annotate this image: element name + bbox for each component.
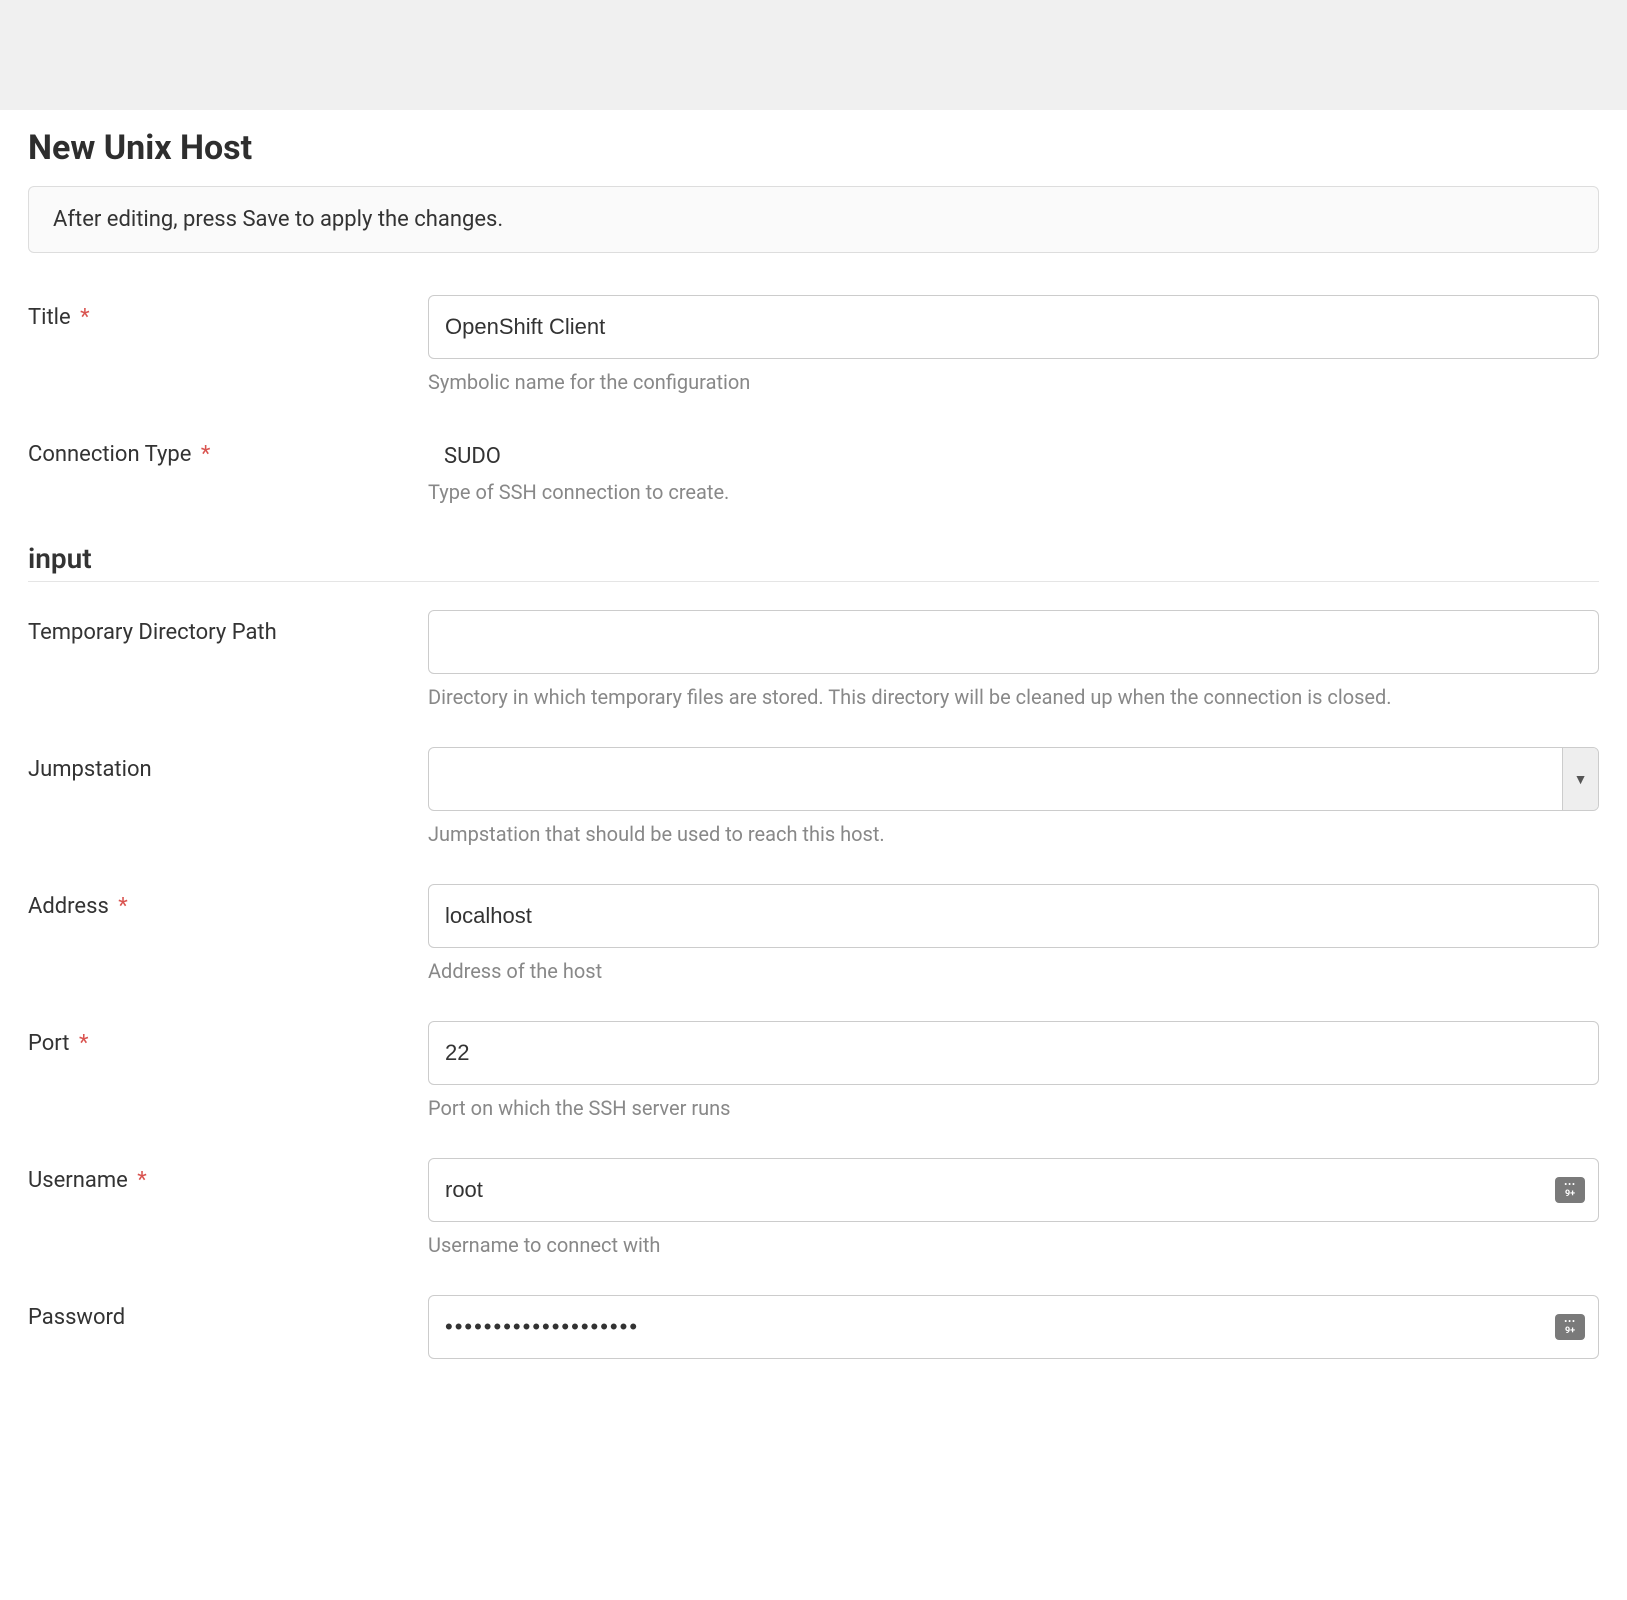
- label-address: Address *: [28, 884, 428, 919]
- address-input[interactable]: [428, 884, 1599, 948]
- temp-dir-input[interactable]: [428, 610, 1599, 674]
- label-connection-type-text: Connection Type: [28, 442, 191, 467]
- title-input[interactable]: [428, 295, 1599, 359]
- required-mark: *: [137, 1168, 146, 1193]
- label-password: Password: [28, 1295, 428, 1330]
- field-password: ••• 9+: [428, 1295, 1599, 1359]
- field-temp-dir: Directory in which temporary files are s…: [428, 610, 1599, 711]
- port-input[interactable]: [428, 1021, 1599, 1085]
- label-connection-type: Connection Type *: [28, 432, 428, 467]
- top-header-bar: [0, 0, 1627, 110]
- field-connection-type: SUDO Type of SSH connection to create.: [428, 432, 1599, 506]
- label-jumpstation-text: Jumpstation: [28, 757, 152, 782]
- label-jumpstation: Jumpstation: [28, 747, 428, 782]
- label-temp-dir: Temporary Directory Path: [28, 610, 428, 645]
- help-username: Username to connect with: [428, 1232, 1599, 1259]
- required-mark: *: [201, 442, 210, 467]
- label-address-text: Address: [28, 894, 109, 919]
- chevron-down-icon: ▼: [1562, 748, 1598, 810]
- info-banner: After editing, press Save to apply the c…: [28, 186, 1599, 253]
- row-address: Address * Address of the host: [28, 884, 1599, 985]
- password-manager-icon[interactable]: ••• 9+: [1555, 1177, 1585, 1203]
- jumpstation-select[interactable]: ▼: [428, 747, 1599, 811]
- username-input[interactable]: [428, 1158, 1599, 1222]
- label-username-text: Username: [28, 1168, 128, 1193]
- field-address: Address of the host: [428, 884, 1599, 985]
- password-manager-icon[interactable]: ••• 9+: [1555, 1314, 1585, 1340]
- page-title: New Unix Host: [28, 128, 1599, 168]
- label-title-text: Title: [28, 305, 71, 330]
- field-jumpstation: ▼ Jumpstation that should be used to rea…: [428, 747, 1599, 848]
- row-jumpstation: Jumpstation ▼ Jumpstation that should be…: [28, 747, 1599, 848]
- row-title: Title * Symbolic name for the configurat…: [28, 295, 1599, 396]
- help-connection-type: Type of SSH connection to create.: [428, 479, 1599, 506]
- row-temp-dir: Temporary Directory Path Directory in wh…: [28, 610, 1599, 711]
- password-input[interactable]: [428, 1295, 1599, 1359]
- row-port: Port * Port on which the SSH server runs: [28, 1021, 1599, 1122]
- label-port: Port *: [28, 1021, 428, 1056]
- required-mark: *: [118, 894, 127, 919]
- required-mark: *: [79, 1031, 88, 1056]
- help-address: Address of the host: [428, 958, 1599, 985]
- jumpstation-value: [429, 748, 1562, 810]
- field-title: Symbolic name for the configuration: [428, 295, 1599, 396]
- main-content: New Unix Host After editing, press Save …: [0, 110, 1627, 1359]
- label-password-text: Password: [28, 1305, 125, 1330]
- label-temp-dir-text: Temporary Directory Path: [28, 620, 277, 645]
- row-connection-type: Connection Type * SUDO Type of SSH conne…: [28, 432, 1599, 506]
- required-mark: *: [80, 305, 89, 330]
- help-jumpstation: Jumpstation that should be used to reach…: [428, 821, 1599, 848]
- field-port: Port on which the SSH server runs: [428, 1021, 1599, 1122]
- help-port: Port on which the SSH server runs: [428, 1095, 1599, 1122]
- row-username: Username * ••• 9+ Username to connect wi…: [28, 1158, 1599, 1259]
- label-title: Title *: [28, 295, 428, 330]
- section-heading-input: input: [28, 542, 1599, 575]
- section-divider: [28, 581, 1599, 582]
- field-username: ••• 9+ Username to connect with: [428, 1158, 1599, 1259]
- help-title: Symbolic name for the configuration: [428, 369, 1599, 396]
- label-username: Username *: [28, 1158, 428, 1193]
- connection-type-value: SUDO: [428, 432, 1599, 469]
- help-temp-dir: Directory in which temporary files are s…: [428, 684, 1599, 711]
- label-port-text: Port: [28, 1031, 69, 1056]
- row-password: Password ••• 9+: [28, 1295, 1599, 1359]
